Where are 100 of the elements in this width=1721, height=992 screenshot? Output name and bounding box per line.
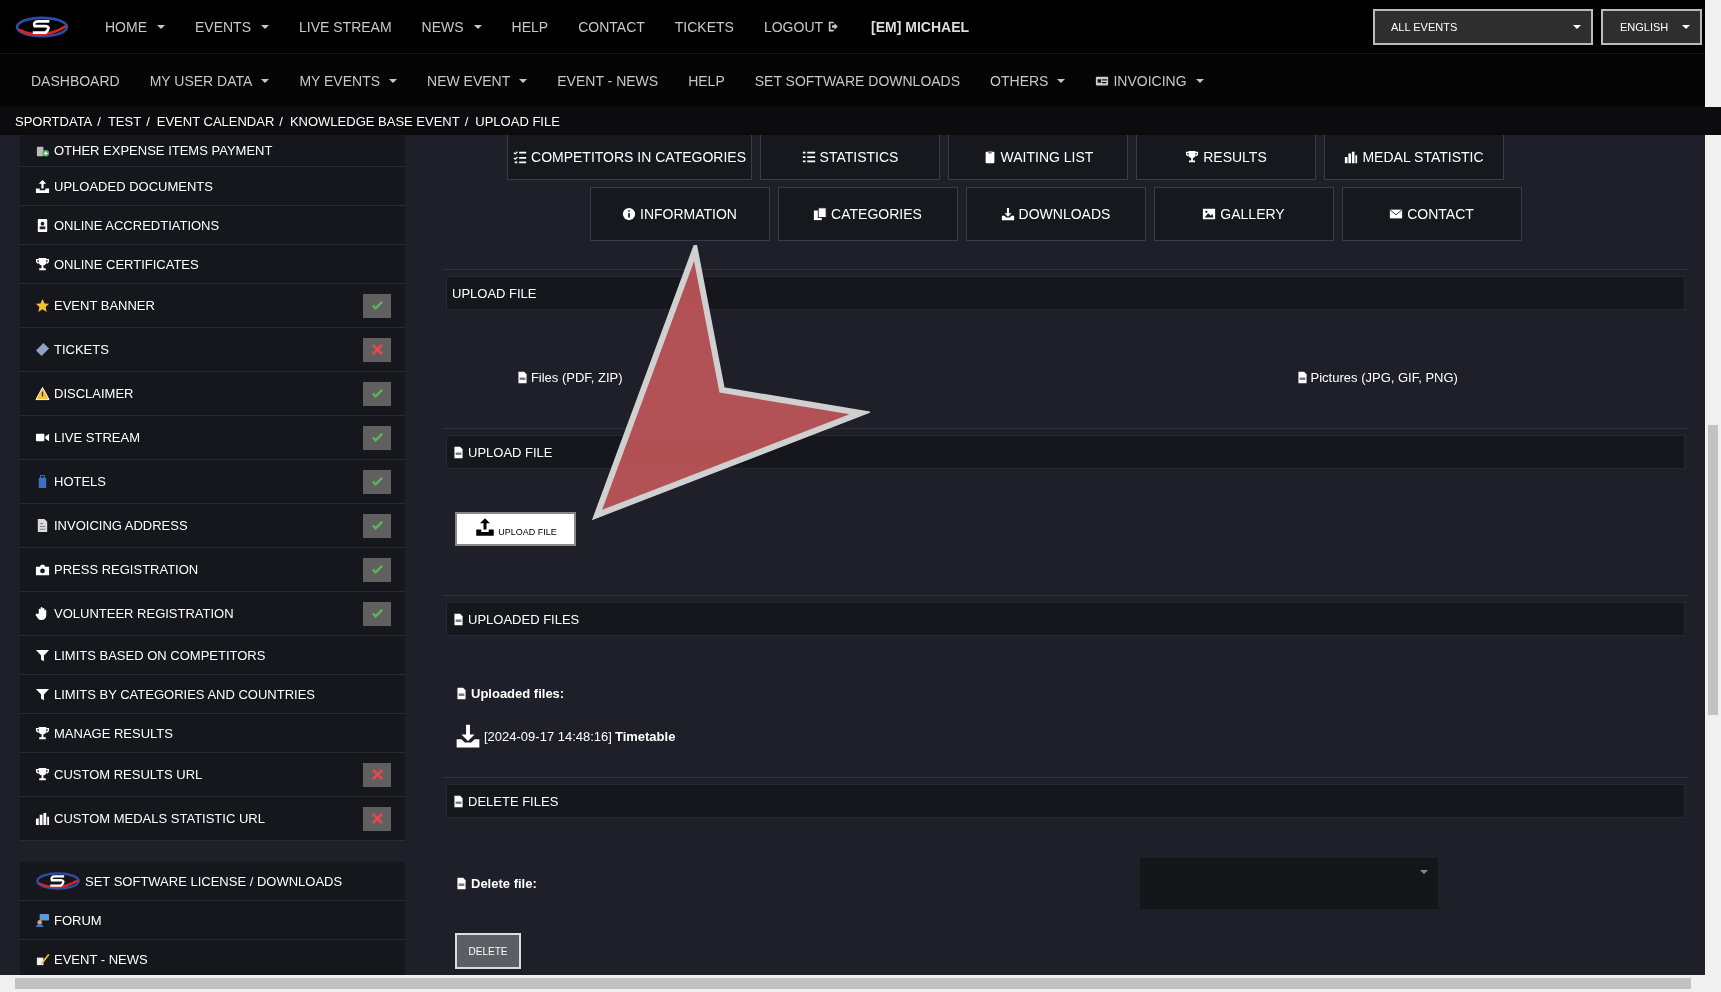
event-tab[interactable]: INFORMATION [589,187,770,241]
upload-icon [474,517,497,537]
sidebar-item[interactable]: FORUM [20,901,405,940]
breadcrumb-link[interactable]: KNOWLEDGE BASE EVENT [289,113,460,129]
sidebar-item[interactable]: UPLOADED DOCUMENTS [20,167,405,206]
nav-link[interactable]: OTHERS [975,72,1081,89]
sidebar-item[interactable]: LIMITS BY CATEGORIES AND COUNTRIES [20,675,405,714]
receipt-icon [35,518,50,533]
upload-icon [35,178,50,194]
event-tab[interactable]: DOWNLOADS [965,187,1146,241]
delete-button[interactable]: DELETE [455,933,521,969]
event-tab[interactable]: STATISTICS [760,135,940,180]
id-card-icon [35,217,50,233]
trophy-icon [1185,150,1200,164]
event-tab[interactable]: MEDAL STATISTIC [1324,135,1504,180]
upload-type-link[interactable]: Files (PDF, ZIP) [515,369,623,385]
filter-icon [35,686,50,702]
pencil-icon [35,951,50,967]
file-icon [452,445,465,459]
horizontal-scrollbar[interactable] [0,975,1721,992]
sidebar-item[interactable]: HOTELS [20,460,405,504]
nav-link[interactable]: HELP [673,72,740,89]
vertical-scrollbar[interactable] [1705,0,1721,975]
nav-link[interactable]: MY EVENTS [284,72,413,89]
caret-icon [1682,24,1690,29]
sidebar-item[interactable]: CUSTOM MEDALS STATISTIC URL [20,797,405,841]
sidebar-item[interactable]: ONLINE ACCREDTIATIONS [20,206,405,245]
trophy-icon [35,767,50,782]
nav-link[interactable]: SET SOFTWARE DOWNLOADS [739,72,976,89]
event-tab[interactable]: WAITING LIST [948,135,1128,180]
chart-icon [35,811,50,826]
star-icon [35,298,50,313]
user-link[interactable]: [EM] MICHAEL [856,18,985,35]
section-title: UPLOAD FILE [468,444,553,460]
breadcrumb-separator: / [146,113,150,129]
nav-link[interactable]: TICKETS [659,18,749,35]
breadcrumb-link[interactable]: TEST [107,113,142,129]
event-select[interactable]: ALL EVENTS [1373,8,1593,45]
breadcrumb-separator: / [464,113,469,129]
section-title: DELETE FILES [468,793,559,809]
sidebar-item[interactable]: ONLINE CERTIFICATES [20,245,405,284]
file-icon [452,612,465,626]
file-icon [455,877,468,890]
sidebar-item[interactable]: EVENT BANNER [20,284,405,328]
nav-link[interactable]: HOME [90,18,180,35]
sidebar-item[interactable]: LIMITS BASED ON COMPETITORS [20,636,405,675]
upload-file-button[interactable]: UPLOAD FILE [455,512,576,546]
sidebar-item[interactable]: TICKETS [20,328,405,372]
event-tab[interactable]: CONTACT [1341,187,1522,241]
caret-icon [1573,24,1581,29]
nav-link[interactable]: EVENT - NEWS [542,72,674,89]
logo-icon [35,871,81,891]
field-label: Delete file: [471,876,537,891]
nav-link[interactable]: EVENTS [180,18,284,35]
upload-type-link[interactable]: Pictures (JPG, GIF, PNG) [1295,369,1458,385]
event-tab[interactable]: CATEGORIES [777,187,958,241]
sidebar-item[interactable]: PRESS REGISTRATION [20,548,405,592]
nav-link[interactable]: NEWS [406,18,497,35]
sidebar-item[interactable]: OTHER EXPENSE ITEMS PAYMENT [20,135,405,167]
camera-icon [35,562,50,577]
file-icon [452,794,465,808]
language-select[interactable]: ENGLISH [1601,8,1702,45]
file-link[interactable]: [2024-09-17 14:48:16] Timetable [443,723,1688,749]
sidebar-item[interactable]: DISCLAIMER [20,372,405,416]
sidebar-item[interactable]: VOLUNTEER REGISTRATION [20,592,405,636]
event-tab[interactable]: GALLERY [1153,187,1334,241]
ticket-icon [35,342,50,357]
trophy-icon [35,725,50,741]
chat-icon [35,912,50,928]
trophy-icon [35,256,50,272]
nav-link[interactable]: LIVE STREAM [284,18,407,35]
nav-link[interactable]: MY USER DATA [134,72,285,89]
nav-link[interactable]: DASHBOARD [16,72,135,89]
caret-icon [1420,870,1428,874]
nav-link[interactable]: CONTACT [563,18,660,35]
file-icon [515,370,529,384]
breadcrumb-link[interactable]: EVENT CALENDAR [156,113,275,129]
sidebar-item[interactable]: LIVE STREAM [20,416,405,460]
chart-icon [1344,150,1359,164]
sidebar-item[interactable]: CUSTOM RESULTS URL [20,753,405,797]
nav-link[interactable]: INVOICING [1080,72,1219,89]
nav-link[interactable]: NEW EVENT [412,72,543,89]
warning-icon [35,386,50,401]
download-icon [455,723,481,749]
download-icon [1000,207,1015,221]
event-tab[interactable]: COMPETITORS IN CATEGORIES [507,135,752,180]
logo-icon[interactable] [14,14,70,39]
breadcrumb-link[interactable]: UPLOAD FILE [475,113,560,129]
image-icon [1202,207,1217,221]
sidebar-item[interactable]: INVOICING ADDRESS [20,504,405,548]
file-icon [1295,370,1309,384]
nav-link[interactable]: LOGOUT [748,18,857,35]
section-title: UPLOADED FILES [468,611,580,627]
breadcrumb-separator: / [279,113,283,129]
filter-icon [35,647,50,663]
breadcrumb-link[interactable]: SPORTDATA [15,113,93,129]
sidebar-item[interactable]: MANAGE RESULTS [20,714,405,753]
sidebar-item[interactable]: SET SOFTWARE LICENSE / DOWNLOADS [20,862,405,901]
event-tab[interactable]: RESULTS [1136,135,1316,180]
nav-link[interactable]: HELP [496,18,564,35]
